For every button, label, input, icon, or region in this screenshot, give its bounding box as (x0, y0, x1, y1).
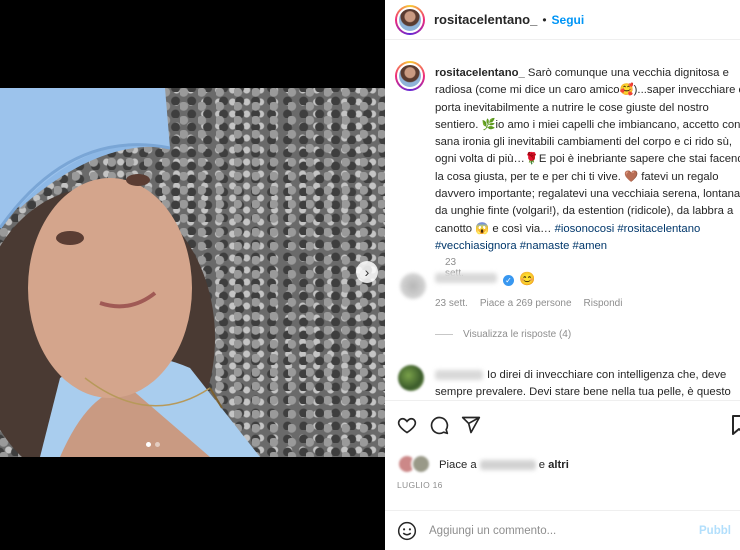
author-username[interactable]: rositacelentano_ (434, 12, 537, 27)
brown-heart-emoji: 🤎 (624, 170, 639, 183)
commenter-avatar-blurred[interactable] (398, 365, 424, 391)
comment-icon[interactable] (429, 415, 449, 435)
liker-avatars (397, 454, 435, 476)
smile-emoji: 😊 (519, 271, 536, 286)
likes-prefix: Piace a (439, 459, 477, 471)
view-replies-label: Visualizza le risposte (4) (463, 329, 572, 340)
likes-summary: Piace a e altri (397, 454, 569, 476)
add-comment-bar: Pubbl (385, 510, 740, 550)
carousel-dot-1 (146, 442, 151, 447)
scream-emoji: 😱 (475, 222, 490, 235)
comment-likes[interactable]: Piace a 269 persone (480, 298, 572, 309)
reply-button[interactable]: Rispondi (584, 298, 623, 309)
verified-badge-icon: ✓ (503, 275, 514, 286)
post-header: rositacelentano_ • Segui (385, 0, 740, 40)
carousel-dots (146, 442, 160, 447)
rose-emoji: 🌹 (524, 153, 539, 166)
caption-avatar[interactable] (395, 61, 425, 91)
commenter-name-blurred[interactable] (435, 273, 497, 283)
comments-list[interactable]: rositacelentano_ Sarò comunque una vecch… (385, 41, 740, 399)
view-replies-button[interactable]: Visualizza le risposte (4) (435, 329, 571, 340)
action-icons (397, 415, 481, 435)
liker-name-blurred[interactable] (479, 460, 536, 470)
author-avatar[interactable] (395, 4, 425, 35)
comment-date: 23 sett. (435, 298, 468, 309)
caption-text: rositacelentano_ Sarò comunque una vecch… (435, 67, 740, 252)
carousel-dot-2 (155, 442, 160, 447)
header-separator: • (542, 12, 547, 27)
post-side-panel: rositacelentano_ • Segui rositacelentano… (385, 0, 740, 550)
next-photo-button[interactable]: › (356, 261, 378, 283)
media-viewer: › (0, 0, 385, 550)
commenter-name-blurred[interactable] (435, 370, 483, 381)
heart-icon[interactable] (397, 415, 417, 435)
comment-input[interactable] (429, 524, 699, 537)
post-date: LUGLIO 16 (397, 480, 443, 490)
share-icon[interactable] (461, 415, 481, 435)
comment-meta: 23 sett. Piace a 269 persone Rispondi (435, 298, 622, 309)
caption-username[interactable]: rositacelentano_ (435, 67, 525, 79)
publish-button[interactable]: Pubbl (699, 525, 731, 537)
bookmark-icon[interactable] (732, 415, 740, 435)
commenter-avatar-blurred[interactable] (400, 273, 426, 299)
follow-button[interactable]: Segui (552, 13, 585, 27)
post-actions: Piace a e altri LUGLIO 16 (385, 400, 740, 510)
woman-portrait (0, 88, 260, 457)
smiling-hearts-emoji: 🥰 (619, 84, 634, 97)
likes-connector: e (538, 459, 545, 471)
likes-others[interactable]: altri (548, 459, 569, 471)
herb-emoji: 🌿 (481, 118, 496, 131)
post-photo[interactable]: › (0, 88, 385, 457)
emoji-picker-icon[interactable] (397, 521, 417, 541)
comment-text: Io direi di invecchiare con intelligenza… (435, 369, 731, 399)
replies-line (435, 334, 453, 335)
